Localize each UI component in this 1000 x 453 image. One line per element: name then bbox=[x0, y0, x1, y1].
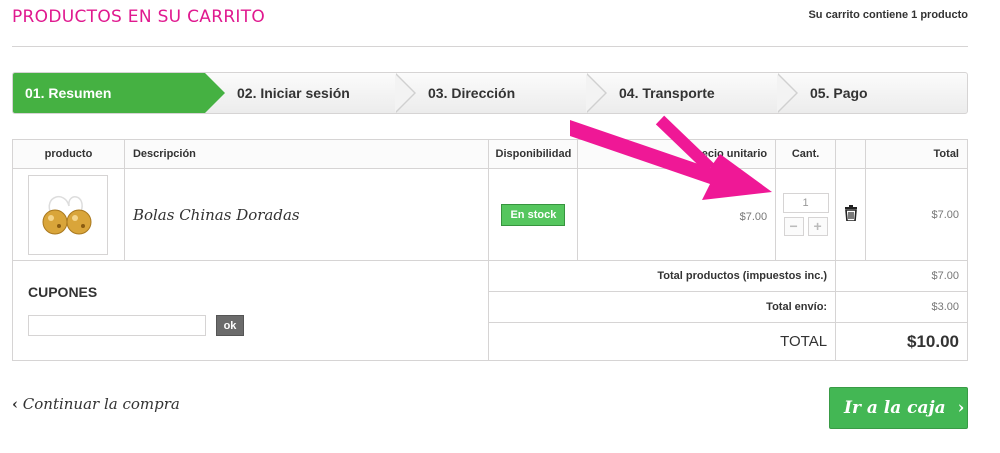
step-login[interactable]: 02. Iniciar sesión bbox=[225, 73, 350, 113]
step-label: 04. Transporte bbox=[619, 85, 715, 101]
quantity-minus-button[interactable]: − bbox=[783, 217, 804, 236]
delete-cell bbox=[835, 168, 867, 261]
product-image-cell bbox=[12, 168, 125, 261]
stock-badge: En stock bbox=[501, 203, 566, 226]
total-shipping-label: Total envío: bbox=[488, 291, 837, 323]
step-shipping[interactable]: 04. Transporte bbox=[607, 73, 715, 113]
header-total: Total bbox=[865, 139, 968, 169]
grand-total-label: TOTAL bbox=[488, 322, 837, 361]
title-divider bbox=[12, 46, 968, 47]
step-separator bbox=[586, 73, 607, 113]
checkout-steps: 01. Resumen 02. Iniciar sesión 03. Direc… bbox=[12, 72, 968, 114]
step-resumen[interactable]: 01. Resumen bbox=[13, 73, 225, 113]
table-header-row: producto Descripción Disponibilidad ecio… bbox=[12, 139, 968, 169]
step-address[interactable]: 03. Dirección bbox=[416, 73, 515, 113]
trash-icon[interactable] bbox=[844, 205, 858, 222]
step-label: 05. Pago bbox=[810, 85, 868, 101]
step-separator bbox=[777, 73, 798, 113]
chevron-left-icon: ‹ bbox=[12, 395, 18, 413]
product-thumbnail-icon bbox=[42, 195, 92, 234]
product-image[interactable] bbox=[28, 174, 109, 255]
step-separator bbox=[395, 73, 416, 113]
checkout-label: Ir a la caja bbox=[844, 398, 946, 418]
line-total: $7.00 bbox=[865, 168, 968, 261]
chevron-right-icon: › bbox=[957, 398, 965, 418]
coupon-area bbox=[11, 260, 490, 361]
step-label: 01. Resumen bbox=[25, 85, 112, 101]
total-shipping-value: $3.00 bbox=[835, 291, 968, 323]
coupon-input[interactable] bbox=[28, 315, 206, 336]
total-products-label: Total productos (impuestos inc.) bbox=[488, 260, 837, 292]
header-delete bbox=[835, 139, 867, 169]
step-label: 02. Iniciar sesión bbox=[237, 85, 350, 101]
page-title: PRODUCTOS EN SU CARRITO bbox=[12, 7, 266, 27]
product-name[interactable]: Bolas Chinas Doradas bbox=[123, 168, 490, 261]
coupons-title: CUPONES bbox=[28, 284, 98, 300]
quantity-plus-button[interactable]: + bbox=[807, 217, 828, 236]
coupon-ok-button[interactable]: ok bbox=[216, 315, 244, 336]
step-label: 03. Dirección bbox=[428, 85, 516, 101]
header-product: producto bbox=[12, 139, 125, 169]
continue-shopping-link[interactable]: ‹ Continuar la compra bbox=[12, 395, 180, 413]
cart-summary: Su carrito contiene 1 producto bbox=[808, 9, 968, 21]
table-row: Bolas Chinas Doradas En stock $7.00 1 − … bbox=[12, 168, 968, 261]
total-products-value: $7.00 bbox=[835, 260, 968, 292]
continue-shopping-label: Continuar la compra bbox=[22, 395, 180, 413]
grand-total-value: $10.00 bbox=[835, 322, 968, 361]
checkout-button[interactable]: Ir a la caja › bbox=[829, 387, 968, 429]
pink-pointer-arrow-icon bbox=[570, 115, 772, 200]
header-description: Descripción bbox=[123, 139, 490, 169]
step-payment[interactable]: 05. Pago bbox=[798, 73, 868, 113]
totals-row-products: Total productos (impuestos inc.) $7.00 bbox=[11, 260, 968, 361]
